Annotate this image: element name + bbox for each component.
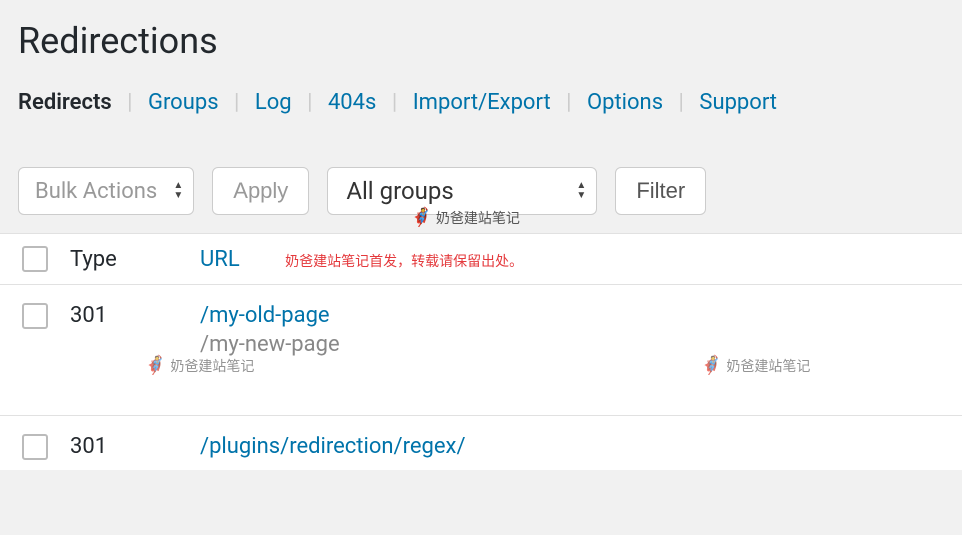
watermark-icon: 🦸 — [410, 207, 432, 228]
select-all-checkbox[interactable] — [22, 246, 48, 272]
row-type: 301 — [70, 303, 200, 328]
tab-groups[interactable]: Groups — [148, 90, 219, 115]
bulk-actions-label: Bulk Actions — [35, 179, 157, 204]
table-row: 301 /my-old-page /my-new-page 🦸 奶爸建站笔记 🦸… — [0, 285, 962, 416]
tab-options[interactable]: Options — [587, 90, 663, 115]
watermark: 🦸 奶爸建站笔记 — [410, 207, 520, 228]
row-target-url: /my-new-page — [200, 332, 962, 357]
notice-text: 奶爸建站笔记首发，转载请保留出处。 — [285, 254, 523, 270]
column-header-url[interactable]: URL 奶爸建站笔记首发，转载请保留出处。 — [200, 247, 962, 272]
tab-log[interactable]: Log — [255, 90, 292, 115]
row-source-url[interactable]: /my-old-page — [200, 303, 962, 328]
nav-separator: | — [307, 90, 312, 115]
tab-redirects[interactable]: Redirects — [18, 90, 112, 115]
table-row: 301 /plugins/redirection/regex/ — [0, 416, 962, 470]
nav-separator: | — [234, 90, 239, 115]
watermark: 🦸 奶爸建站笔记 — [144, 355, 254, 376]
select-arrows-icon: ▲▼ — [173, 181, 183, 201]
column-header-type[interactable]: Type — [70, 247, 200, 272]
nav-separator: | — [566, 90, 571, 115]
page-title: Redirections — [0, 0, 962, 72]
row-source-url[interactable]: /plugins/redirection/regex/ — [200, 434, 962, 459]
watermark-icon: 🦸 — [144, 355, 166, 376]
row-type: 301 — [70, 434, 200, 459]
nav-separator: | — [679, 90, 684, 115]
select-arrows-icon: ▲▼ — [576, 181, 586, 201]
bulk-actions-select[interactable]: Bulk Actions ▲▼ — [18, 167, 194, 215]
table-header: Type URL 奶爸建站笔记首发，转载请保留出处。 — [0, 234, 962, 285]
tab-import-export[interactable]: Import/Export — [413, 90, 551, 115]
nav-separator: | — [127, 90, 132, 115]
filter-button[interactable]: Filter — [615, 167, 706, 215]
row-checkbox[interactable] — [22, 434, 48, 460]
nav-separator: | — [392, 90, 397, 115]
watermark-icon: 🦸 — [700, 355, 722, 376]
watermark: 🦸 奶爸建站笔记 — [700, 355, 810, 376]
row-checkbox[interactable] — [22, 303, 48, 329]
nav-tabs: Redirects | Groups | Log | 404s | Import… — [0, 72, 962, 143]
tab-support[interactable]: Support — [699, 90, 777, 115]
tab-404s[interactable]: 404s — [328, 90, 376, 115]
redirects-table: Type URL 奶爸建站笔记首发，转载请保留出处。 301 /my-old-p… — [0, 233, 962, 470]
apply-button[interactable]: Apply — [212, 167, 309, 215]
group-filter-label: All groups — [346, 177, 453, 205]
